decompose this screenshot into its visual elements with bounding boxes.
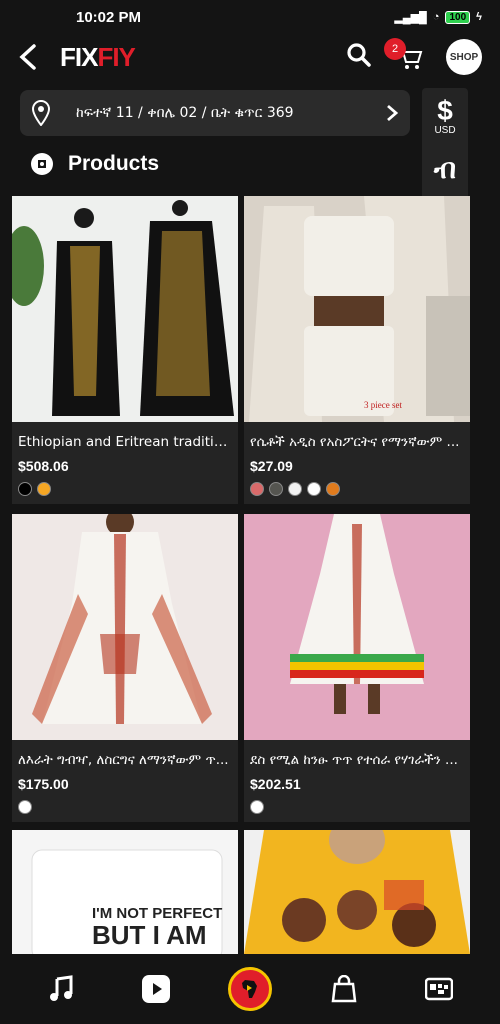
- swatch-offwhite[interactable]: [288, 482, 302, 496]
- product-image[interactable]: [12, 196, 238, 422]
- swatch-black[interactable]: [18, 482, 32, 496]
- app-header: FIXFIY 2 SHOP: [0, 34, 500, 80]
- product-card[interactable]: 3 piece set የሴቶች አዲስ የአስፖርትና የማንኛውም ... …: [244, 196, 470, 504]
- play-icon: [141, 975, 170, 1003]
- location-pin-icon: [32, 100, 50, 126]
- chevron-right-icon: [387, 104, 398, 122]
- signal-icon: ▂▄▆█: [394, 11, 427, 24]
- color-swatches: [12, 474, 238, 496]
- swatch-orange[interactable]: [37, 482, 51, 496]
- product-price: $202.51: [250, 776, 301, 792]
- shop-avatar[interactable]: SHOP: [446, 39, 482, 75]
- product-card[interactable]: ደስ የሚል ከንፁ ጥጥ የተሰራ የሃገራችን ... $202.51: [244, 514, 470, 822]
- swatch-white[interactable]: [18, 800, 32, 814]
- swatch-orange[interactable]: [326, 482, 340, 496]
- africa-map-icon: [241, 980, 257, 998]
- status-icons: ▂▄▆█ ◔ 100 ϟ: [394, 10, 482, 24]
- products-icon: [31, 153, 53, 175]
- product-card[interactable]: Ethiopian and Eritrean traditiona... $50…: [12, 196, 238, 504]
- cart-button[interactable]: 2: [384, 38, 424, 72]
- status-bar: 10:02 PM ▂▄▆█ ◔ 100 ϟ: [0, 0, 500, 34]
- product-image[interactable]: [12, 514, 238, 740]
- nav-home-button[interactable]: [227, 967, 272, 1011]
- wifi-icon: ◔: [432, 11, 440, 23]
- music-note-icon: [50, 975, 73, 1001]
- shopping-bag-icon: [331, 975, 357, 1003]
- product-name: Ethiopian and Eritrean traditiona...: [18, 434, 238, 450]
- swatch-pink[interactable]: [250, 482, 264, 496]
- product-image[interactable]: 3 piece set: [244, 196, 470, 422]
- product-name: የሴቶች አዲስ የአስፖርትና የማንኛውም ...: [250, 434, 460, 450]
- product-image[interactable]: I'M NOT PERFECT BUT I AM: [12, 830, 238, 954]
- search-button[interactable]: [346, 42, 372, 73]
- status-time: 10:02 PM: [76, 8, 142, 26]
- nav-shop-button[interactable]: [322, 967, 366, 1011]
- search-icon: [347, 42, 371, 67]
- product-image[interactable]: [244, 830, 470, 954]
- product-name: ለእራት ግብዣ, ለስርግና ለማንኛውም ጥ...: [18, 752, 229, 768]
- swatch-white[interactable]: [307, 482, 321, 496]
- svg-text:BUT I AM: BUT I AM: [92, 920, 207, 950]
- products-section-header: Products: [30, 152, 159, 176]
- color-swatches: [244, 792, 470, 814]
- swatch-gray[interactable]: [269, 482, 283, 496]
- nav-music-button[interactable]: [39, 967, 83, 1011]
- bottom-navigation: [0, 954, 500, 1024]
- section-title: Products: [68, 152, 160, 175]
- currency-usd-button[interactable]: $ USD: [434, 88, 455, 142]
- nav-wallet-button[interactable]: [417, 967, 461, 1011]
- product-price: $508.06: [18, 458, 69, 474]
- charging-icon: ϟ: [476, 11, 482, 23]
- currency-birr-button[interactable]: ብ: [434, 142, 456, 196]
- app-logo: FIXFIY: [60, 41, 136, 72]
- nav-video-button[interactable]: [134, 967, 178, 1011]
- svg-text:3 piece set: 3 piece set: [364, 400, 402, 410]
- swatch-white[interactable]: [250, 800, 264, 814]
- back-button[interactable]: [18, 41, 50, 73]
- battery-indicator: 100: [445, 10, 471, 24]
- wallet-qr-icon: [424, 977, 453, 1001]
- product-price: $27.09: [250, 458, 293, 474]
- color-swatches: [244, 474, 470, 496]
- product-card[interactable]: [244, 830, 470, 954]
- product-image[interactable]: [244, 514, 470, 740]
- color-swatches: [12, 792, 238, 814]
- product-price: $175.00: [18, 776, 69, 792]
- delivery-address-bar[interactable]: ከፍተኛ 11 / ቀበሌ 02 / ቤት ቁጥር 369: [20, 90, 410, 136]
- address-text: ከፍተኛ 11 / ቀበሌ 02 / ቤት ቁጥር 369: [76, 105, 294, 121]
- product-card[interactable]: ለእራት ግብዣ, ለስርግና ለማንኛውም ጥ... $175.00: [12, 514, 238, 822]
- cart-count-badge: 2: [384, 38, 406, 60]
- back-arrow-icon: [19, 44, 36, 70]
- product-card[interactable]: I'M NOT PERFECT BUT I AM: [12, 830, 238, 954]
- product-name: ደስ የሚል ከንፁ ጥጥ የተሰራ የሃገራችን ...: [250, 752, 458, 768]
